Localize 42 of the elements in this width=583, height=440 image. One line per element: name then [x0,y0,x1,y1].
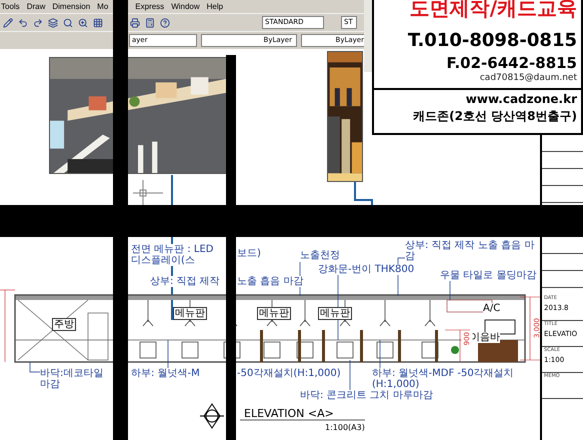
room-label: A/C [483,303,500,314]
ad-email: cad70815@daum.net [480,72,577,84]
ad-phone: T.010-8098-0815 [408,31,577,51]
annotation-text: 하부: 월넛색-M [131,368,200,379]
elevation-title: ELEVATION <A> [244,406,334,422]
scale-label: 1:100(A3) [325,422,365,434]
search-icon[interactable] [62,16,74,28]
pencil-icon[interactable] [2,16,14,28]
plant-icon [451,346,459,354]
counter-cabinet [478,340,518,362]
undo-icon[interactable] [17,16,29,28]
redo-icon[interactable] [32,16,44,28]
annotation-text: 강화문-번이 THK800 [318,264,414,275]
annotation-text: 우물 타일로 몰딩마감 [440,270,536,281]
menu-item[interactable]: Mo [97,0,108,12]
zoom-icon[interactable] [77,16,89,28]
annotation-text: 노출천정 [300,250,340,261]
layers-icon[interactable] [47,16,59,28]
room-label: 메뉴판 [173,307,207,320]
menu-item[interactable]: Express [135,0,164,12]
ad-address: 캐드존(2호선 당산역8번출구) [413,109,577,124]
menu-item[interactable]: Dimension [52,0,90,12]
annotation-text: -50각재설치(H:1,000) [237,368,341,379]
menu-item[interactable]: Draw [26,0,46,12]
room-label: 메뉴판 [257,307,291,320]
printer-icon[interactable] [129,16,141,28]
menu-item[interactable]: Window [171,0,200,12]
menu-item[interactable]: Help [206,0,224,12]
menu-item[interactable]: Tools [1,0,20,12]
ad-website: www.cadzone.kr [466,92,577,107]
grid-icon[interactable] [92,16,104,28]
annotation-text: 노출 흡음 마감 [237,276,304,287]
section-marker-icon [200,401,224,431]
help-icon[interactable] [159,16,171,28]
calculator-icon[interactable] [144,16,156,28]
room-label: 주방 [52,318,76,331]
annotation-text: 상부: 직접 제작 [150,276,220,287]
ad-headline: 도면제작/캐드교육 [410,0,577,18]
annotation-text: 바닥: 콘크리트 그치 마루마감 [300,390,433,401]
room-label: 메뉴판 [318,307,352,320]
annotation-text: 보드) [237,248,261,259]
ad-fax: F.02-6442-8815 [446,54,577,72]
